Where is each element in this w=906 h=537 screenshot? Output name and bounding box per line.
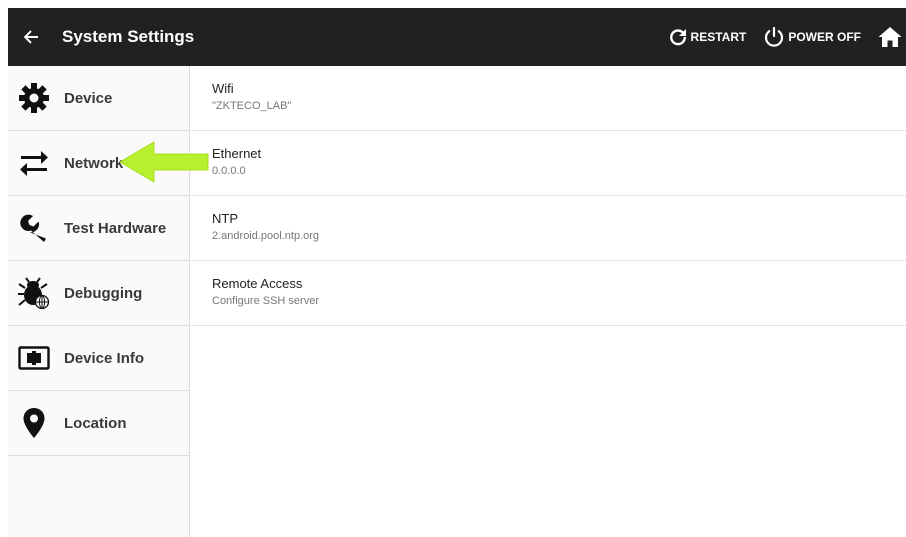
power-icon bbox=[765, 26, 784, 47]
sidebar-item-debugging[interactable]: Debugging bbox=[8, 261, 189, 326]
page-title: System Settings bbox=[62, 27, 195, 46]
sidebar-item-network[interactable]: Network bbox=[8, 131, 189, 196]
app-bar: System Settings RESTART POWER OFF bbox=[8, 8, 906, 66]
home-icon bbox=[878, 27, 902, 47]
row-subtitle: 0.0.0.0 bbox=[212, 165, 246, 177]
settings-sidebar: Device Network Test Hardware Debugging D… bbox=[8, 66, 190, 537]
ntp-row[interactable]: NTP 2.android.pool.ntp.org bbox=[191, 196, 906, 261]
row-title: Ethernet bbox=[212, 146, 262, 161]
sidebar-item-device[interactable]: Device bbox=[8, 66, 189, 131]
restart-label: RESTART bbox=[690, 30, 747, 44]
row-title: NTP bbox=[212, 211, 238, 226]
row-subtitle: Configure SSH server bbox=[212, 295, 319, 307]
ethernet-row[interactable]: Ethernet 0.0.0.0 bbox=[191, 131, 906, 196]
sidebar-item-test-hardware[interactable]: Test Hardware bbox=[8, 196, 189, 261]
wifi-row[interactable]: Wifi "ZKTECO_LAB" bbox=[191, 66, 906, 131]
power-off-label: POWER OFF bbox=[788, 30, 861, 44]
remote-access-row[interactable]: Remote Access Configure SSH server bbox=[191, 261, 906, 326]
power-off-button[interactable]: POWER OFF bbox=[763, 26, 861, 48]
wrench-icon bbox=[16, 210, 52, 246]
sidebar-item-label: Test Hardware bbox=[64, 219, 167, 237]
device-info-icon bbox=[16, 340, 52, 376]
row-title: Remote Access bbox=[212, 276, 303, 291]
home-button[interactable] bbox=[878, 26, 902, 48]
sidebar-item-label: Location bbox=[64, 414, 127, 432]
sidebar-item-location[interactable]: Location bbox=[8, 391, 189, 456]
sidebar-item-label: Debugging bbox=[64, 284, 143, 302]
location-pin-icon bbox=[16, 405, 52, 441]
sidebar-item-device-info[interactable]: Device Info bbox=[8, 326, 189, 391]
row-subtitle: "ZKTECO_LAB" bbox=[212, 100, 292, 112]
row-title: Wifi bbox=[212, 81, 234, 96]
bug-icon bbox=[16, 275, 52, 311]
sidebar-item-label: Device bbox=[64, 89, 113, 107]
back-arrow-icon bbox=[23, 30, 38, 44]
back-button[interactable] bbox=[8, 8, 54, 66]
swap-arrows-icon bbox=[16, 145, 52, 181]
sidebar-item-label: Device Info bbox=[64, 349, 145, 367]
restart-icon bbox=[669, 29, 686, 46]
sidebar-item-label: Network bbox=[64, 154, 124, 172]
gear-icon bbox=[16, 80, 52, 116]
network-settings-panel: Wifi "ZKTECO_LAB" Ethernet 0.0.0.0 NTP 2… bbox=[191, 66, 906, 537]
restart-button[interactable]: RESTART bbox=[668, 27, 747, 47]
row-subtitle: 2.android.pool.ntp.org bbox=[212, 230, 320, 242]
